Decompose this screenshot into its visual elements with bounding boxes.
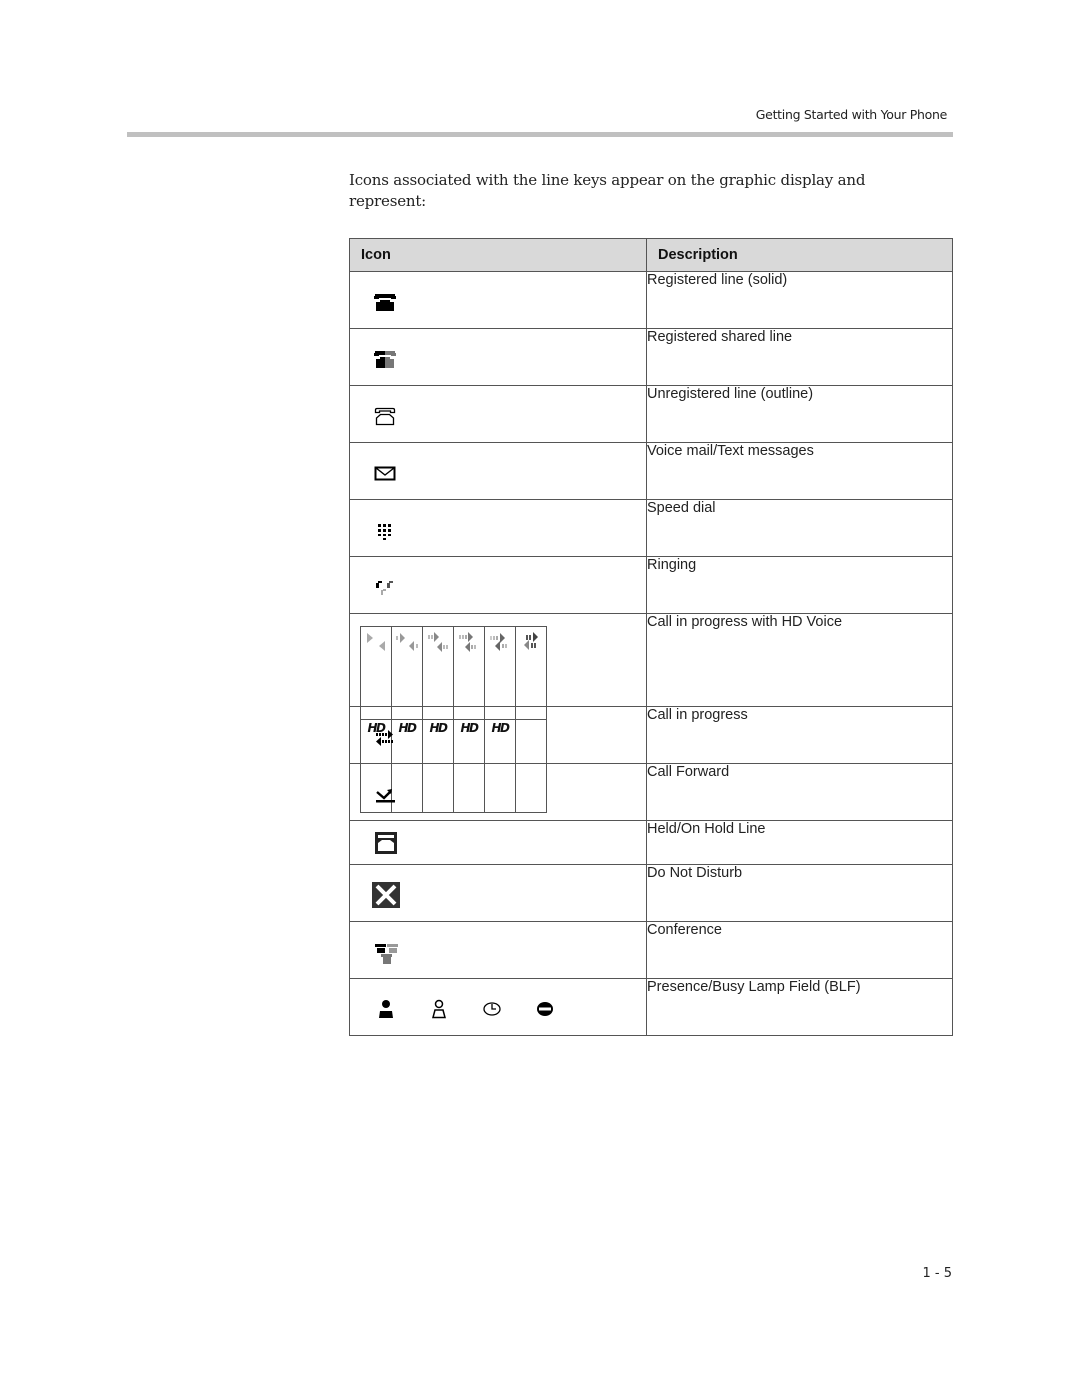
icon-cell xyxy=(349,820,647,865)
icon-cell xyxy=(349,556,647,614)
table-row: Do Not Disturb xyxy=(349,864,953,922)
icon-cell xyxy=(349,864,647,922)
presence-busy-icon xyxy=(535,999,588,1019)
header-rule xyxy=(127,132,953,137)
intro-paragraph: Icons associated with the line keys appe… xyxy=(349,171,866,210)
table-row: Speed dial xyxy=(349,499,953,557)
icon-cell xyxy=(349,499,647,557)
description-cell: Unregistered line (outline) xyxy=(646,385,953,443)
presence-offline-icon xyxy=(429,999,482,1019)
table-row: Conference xyxy=(349,921,953,979)
do-not-disturb-icon xyxy=(372,882,400,908)
table-row: Call in progress xyxy=(349,706,953,764)
table-row: Presence/Busy Lamp Field (BLF) xyxy=(349,978,953,1036)
description-cell: Voice mail/Text messages xyxy=(646,442,953,500)
icon-cell xyxy=(349,921,647,979)
description-cell: Presence/Busy Lamp Field (BLF) xyxy=(646,978,953,1036)
conference-icon xyxy=(374,942,400,966)
icon-cell: HD HD HD HD HD xyxy=(349,613,647,813)
presence-blf-icons xyxy=(376,999,588,1019)
table-row: Voice mail/Text messages xyxy=(349,442,953,500)
icon-cell xyxy=(349,271,647,329)
voicemail-envelope-icon xyxy=(374,463,396,485)
page-number: 1 - 5 xyxy=(922,1266,953,1281)
table-row: Unregistered line (outline) xyxy=(349,385,953,443)
table-row: HD HD HD HD HD Call in progress with HD … xyxy=(349,613,953,813)
description-cell: Do Not Disturb xyxy=(646,864,953,922)
held-line-icon xyxy=(374,831,398,855)
table-row: Held/On Hold Line xyxy=(349,820,953,865)
call-in-progress-icon xyxy=(374,727,396,749)
column-header-icon: Icon xyxy=(349,238,647,272)
description-cell: Ringing xyxy=(646,556,953,614)
description-cell: Call in progress with HD Voice xyxy=(646,613,953,707)
table-row: Call Forward xyxy=(349,763,953,821)
description-cell: Call in progress xyxy=(646,706,953,764)
column-header-description: Description xyxy=(646,238,953,272)
description-cell: Registered line (solid) xyxy=(646,271,953,329)
description-cell: Held/On Hold Line xyxy=(646,820,953,865)
ringing-icon xyxy=(374,577,396,599)
icon-cell xyxy=(349,328,647,386)
icon-cell xyxy=(349,706,647,764)
description-cell: Call Forward xyxy=(646,763,953,821)
call-forward-icon xyxy=(374,784,396,806)
icon-cell xyxy=(349,978,647,1036)
table-row: Registered line (solid) xyxy=(349,271,953,329)
description-cell: Speed dial xyxy=(646,499,953,557)
icon-cell xyxy=(349,763,647,821)
speed-dial-keypad-icon xyxy=(374,520,396,542)
table-row: Registered shared line xyxy=(349,328,953,386)
running-head-title: Getting Started with Your Phone xyxy=(755,107,948,122)
presence-online-icon xyxy=(376,999,429,1019)
presence-away-icon xyxy=(482,999,535,1019)
table-row: Ringing xyxy=(349,556,953,614)
unregistered-line-outline-icon xyxy=(374,406,396,428)
description-cell: Registered shared line xyxy=(646,328,953,386)
registered-line-solid-icon xyxy=(374,292,396,314)
description-cell: Conference xyxy=(646,921,953,979)
icon-cell xyxy=(349,442,647,500)
line-key-icons-table: Icon Description Registered line (solid) xyxy=(349,238,953,1036)
table-header-row: Icon Description xyxy=(349,238,953,272)
icon-cell xyxy=(349,385,647,443)
registered-shared-line-icon xyxy=(374,349,396,371)
